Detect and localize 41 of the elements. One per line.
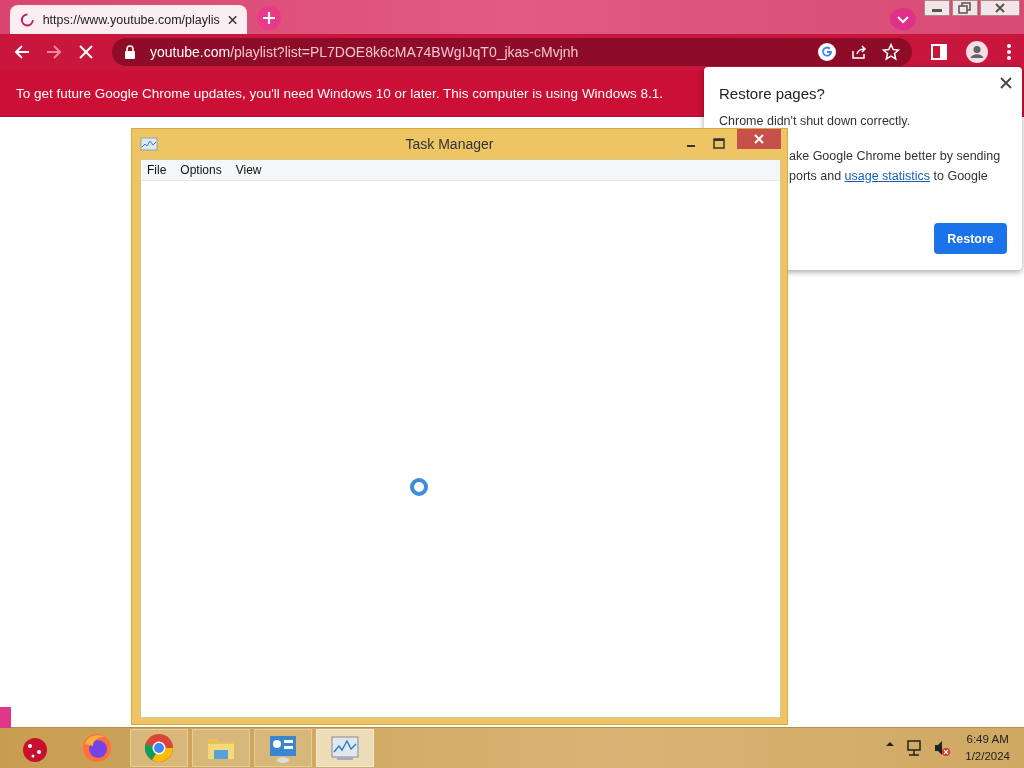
dialog-text: ports and usage statistics to Google bbox=[789, 168, 989, 185]
chart-window-icon bbox=[140, 136, 158, 152]
menu-icon[interactable] bbox=[1006, 43, 1012, 61]
url-text: youtube.com/playlist?list=PL7DOE8k6cMA74BWgIJqT0_jkas-cMvjnh bbox=[150, 44, 579, 60]
menu-item[interactable]: File bbox=[147, 163, 167, 177]
tab-title: https://www.youtube.com/playlis bbox=[42, 12, 220, 27]
restore-button[interactable]: Restore bbox=[934, 223, 1007, 254]
close-icon[interactable] bbox=[980, 0, 1020, 16]
side-panel-icon[interactable] bbox=[930, 43, 948, 61]
minimize-icon[interactable] bbox=[924, 0, 950, 16]
new-tab-icon[interactable] bbox=[257, 6, 281, 30]
share-icon[interactable] bbox=[850, 43, 868, 61]
window-title: Task Manager bbox=[404, 136, 495, 152]
network-icon[interactable] bbox=[905, 739, 924, 757]
taskbar-button[interactable] bbox=[254, 729, 312, 767]
menu-item[interactable]: View bbox=[235, 163, 262, 177]
clock-date[interactable]: 1/2/2024 bbox=[965, 748, 1010, 765]
chevron-icon[interactable] bbox=[890, 8, 916, 30]
usage-statistics-link[interactable]: usage statistics bbox=[844, 169, 931, 183]
loading-spinner-icon bbox=[20, 11, 35, 28]
dialog-title: Restore pages? bbox=[719, 85, 826, 102]
google-icon[interactable] bbox=[818, 43, 836, 61]
dialog-text: ake Google Chrome better by sending bbox=[789, 148, 1002, 165]
close-icon[interactable] bbox=[227, 14, 237, 25]
clock-time[interactable]: 6:49 AM bbox=[966, 731, 1009, 748]
update-message: To get future Google Chrome updates, you'll need Windows 10 or later. This computer is using Windows 8.1. bbox=[16, 85, 663, 101]
speaker-muted-icon[interactable] bbox=[933, 739, 952, 757]
lock-icon bbox=[124, 45, 136, 59]
menu-item[interactable]: Options bbox=[180, 163, 222, 177]
close-button[interactable] bbox=[737, 129, 781, 149]
close-icon bbox=[754, 134, 764, 144]
taskbar-button[interactable] bbox=[130, 729, 188, 767]
star-icon[interactable] bbox=[882, 43, 900, 61]
dialog-message: Chrome didn't shut down correctly. bbox=[719, 114, 912, 128]
close-icon[interactable] bbox=[1000, 77, 1012, 89]
browser-tab[interactable]: https://www.youtube.com/playlis bbox=[10, 5, 247, 34]
address-bar[interactable]: youtube.com/playlist?list=PL7DOE8k6cMA74BWgIJqT0_jkas-cMvjnh bbox=[112, 38, 912, 66]
browser-globe-icon bbox=[81, 732, 113, 764]
round-browser-icon bbox=[143, 732, 175, 764]
profile-icon[interactable] bbox=[966, 41, 988, 63]
restore-icon[interactable] bbox=[952, 0, 978, 16]
